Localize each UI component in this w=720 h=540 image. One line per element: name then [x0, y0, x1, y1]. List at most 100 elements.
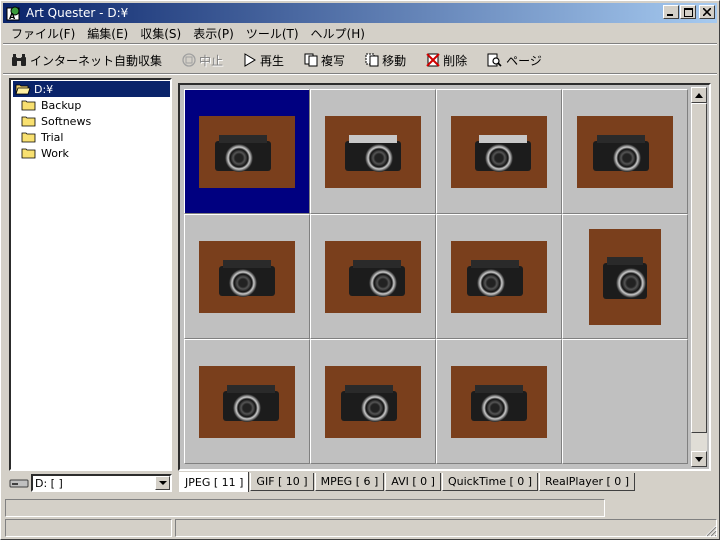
- camera-lens-shape: [229, 268, 257, 297]
- thumbnail-pane: [178, 83, 711, 471]
- folder-icon: [21, 148, 36, 159]
- maximize-button[interactable]: [680, 5, 696, 19]
- status-bar-right: [175, 519, 717, 537]
- folder-icon: [21, 100, 36, 111]
- camera-photo-thumbnail: [199, 115, 295, 188]
- menu-bar: ファイル(F) 編集(E) 収集(S) 表示(P) ツール(T) ヘルプ(H): [5, 24, 371, 42]
- menu-help[interactable]: ヘルプ(H): [305, 24, 371, 42]
- binoculars-icon: [12, 54, 26, 66]
- stop-button[interactable]: 中止: [182, 52, 223, 69]
- close-icon: [703, 8, 711, 16]
- tab-mpeg[interactable]: MPEG [ 6 ]: [314, 473, 385, 491]
- camera-photo-thumbnail: [451, 240, 547, 313]
- svg-text:A: A: [9, 12, 16, 21]
- camera-top-shape: [475, 384, 523, 393]
- camera-lens-shape: [233, 393, 261, 422]
- tree-item-backup[interactable]: Backup: [21, 97, 81, 113]
- thumbnail-cell[interactable]: [184, 89, 310, 214]
- tab-avi[interactable]: AVI [ 0 ]: [385, 473, 441, 491]
- window-title: Art Quester - D:¥: [26, 6, 129, 20]
- camera-lens-shape: [225, 143, 253, 172]
- drive-combo-dropdown-button[interactable]: [155, 476, 170, 490]
- tab-realplayer[interactable]: RealPlayer [ 0 ]: [539, 473, 636, 491]
- tab-quicktime[interactable]: QuickTime [ 0 ]: [441, 473, 539, 491]
- internet-collect-button[interactable]: インターネット自動収集: [11, 52, 162, 69]
- camera-top-shape: [219, 134, 267, 143]
- folder-tree[interactable]: D:¥ Backup Softnews Trial Work: [9, 78, 172, 471]
- minimize-icon: [667, 14, 673, 16]
- magnifier-page-icon: [487, 53, 502, 67]
- scroll-thumb[interactable]: [691, 103, 707, 433]
- camera-top-shape: [223, 259, 271, 268]
- tab-jpeg[interactable]: JPEG [ 11 ]: [179, 472, 250, 492]
- thumbnail-cell[interactable]: [436, 89, 562, 214]
- stop-icon: [182, 53, 196, 67]
- drive-combo-box[interactable]: D: [ ]: [31, 474, 172, 492]
- thumbnail-cell[interactable]: [562, 214, 688, 339]
- camera-lens-shape: [361, 393, 389, 422]
- delete-label: 削除: [443, 53, 468, 68]
- resize-grip-icon[interactable]: [703, 523, 717, 537]
- thumbnail-cell[interactable]: [184, 339, 310, 464]
- tab-gif[interactable]: GIF [ 10 ]: [250, 473, 314, 491]
- status-bar-left: [5, 519, 172, 537]
- move-button[interactable]: 移動: [365, 52, 406, 69]
- minimize-button[interactable]: [663, 5, 679, 19]
- open-folder-icon: [15, 84, 31, 95]
- camera-photo-thumbnail: [451, 115, 547, 188]
- play-label: 再生: [260, 53, 285, 68]
- empty-cell: [562, 339, 688, 464]
- camera-photo-thumbnail: [199, 365, 295, 438]
- tree-item-label: Trial: [41, 130, 64, 144]
- camera-lens-shape: [616, 267, 646, 298]
- camera-photo-thumbnail: [451, 365, 547, 438]
- tree-item-label: Backup: [41, 98, 82, 112]
- thumbnail-cell[interactable]: [310, 89, 436, 214]
- tree-item-trial[interactable]: Trial: [21, 129, 63, 145]
- move-label: 移動: [382, 53, 407, 68]
- menu-view[interactable]: 表示(P): [187, 24, 240, 42]
- menu-tools[interactable]: ツール(T): [240, 24, 305, 42]
- camera-lens-shape: [481, 393, 509, 422]
- menu-edit[interactable]: 編集(E): [81, 24, 134, 42]
- camera-lens-shape: [477, 268, 505, 297]
- delete-button[interactable]: 削除: [426, 52, 467, 69]
- move-icon: [365, 53, 379, 67]
- copy-button[interactable]: 複写: [304, 52, 345, 69]
- vertical-scrollbar[interactable]: [691, 87, 707, 467]
- thumbnail-cell[interactable]: [436, 339, 562, 464]
- arrow-down-icon: [695, 456, 703, 462]
- thumbnail-cell[interactable]: [310, 339, 436, 464]
- play-button[interactable]: 再生: [243, 52, 284, 69]
- drive-selector: D: [ ]: [9, 473, 172, 493]
- tree-item-work[interactable]: Work: [21, 145, 69, 161]
- tree-item-softnews[interactable]: Softnews: [21, 113, 91, 129]
- camera-top-shape: [349, 134, 397, 143]
- thumbnail-cell[interactable]: [562, 89, 688, 214]
- close-button[interactable]: [699, 5, 715, 19]
- menu-collect[interactable]: 収集(S): [134, 24, 187, 42]
- maximize-icon: [683, 7, 693, 17]
- title-bar[interactable]: A Art Quester - D:¥: [3, 3, 717, 23]
- camera-lens-shape: [365, 143, 393, 172]
- scroll-down-button[interactable]: [691, 451, 707, 467]
- camera-top-shape: [227, 384, 275, 393]
- camera-photo-thumbnail: [325, 365, 421, 438]
- thumbnail-cell[interactable]: [436, 214, 562, 339]
- camera-top-shape: [607, 256, 643, 265]
- menu-file[interactable]: ファイル(F): [5, 24, 81, 42]
- thumbnail-cell[interactable]: [184, 214, 310, 339]
- tree-item-label: Softnews: [41, 114, 92, 128]
- camera-lens-shape: [485, 143, 513, 172]
- status-bar-top: [5, 499, 605, 517]
- camera-lens-shape: [613, 143, 641, 172]
- thumbnail-grid: [184, 89, 688, 464]
- drive-combo-value: D: [ ]: [35, 476, 63, 490]
- thumbnail-cell[interactable]: [310, 214, 436, 339]
- copy-icon: [304, 53, 318, 67]
- tree-root-item[interactable]: D:¥: [13, 81, 170, 97]
- camera-photo-thumbnail: [325, 115, 421, 188]
- scroll-up-button[interactable]: [691, 87, 707, 103]
- play-icon: [244, 53, 257, 67]
- page-button[interactable]: ページ: [487, 52, 542, 69]
